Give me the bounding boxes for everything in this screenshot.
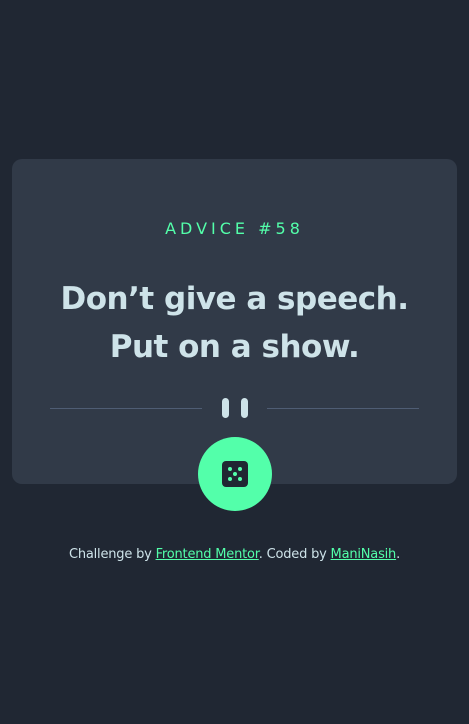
attribution-prefix: Challenge by [68,547,156,562]
pause-bar-right [241,398,248,418]
attribution-suffix: . [396,547,401,562]
advice-quote-line2: Put on a show. [109,329,360,365]
attribution: Challenge by Frontend Mentor. Coded by M… [0,547,469,562]
advice-quote: Don’t give a speech. Put on a show. [37,275,432,371]
dice-pip [238,477,242,481]
dice-icon [222,461,248,487]
page: ADVICE #58 Don’t give a speech. Put on a… [0,0,469,724]
divider [50,397,419,419]
dice-pip [238,467,242,471]
dice-pip [228,467,232,471]
divider-line-right [267,408,419,409]
frontend-mentor-link[interactable]: Frontend Mentor [156,547,259,562]
new-advice-button[interactable] [198,437,272,511]
attribution-middle: . Coded by [258,547,331,562]
dice-pip [228,477,232,481]
advice-quote-line1: Don’t give a speech. [60,281,409,317]
divider-line-left [50,408,202,409]
pause-bar-left [222,398,229,418]
advice-number: ADVICE #58 [165,219,304,238]
dice-pip [233,472,237,476]
advice-card: ADVICE #58 Don’t give a speech. Put on a… [12,159,457,484]
pause-icon [222,398,248,418]
author-link[interactable]: ManiNasih [331,547,397,562]
